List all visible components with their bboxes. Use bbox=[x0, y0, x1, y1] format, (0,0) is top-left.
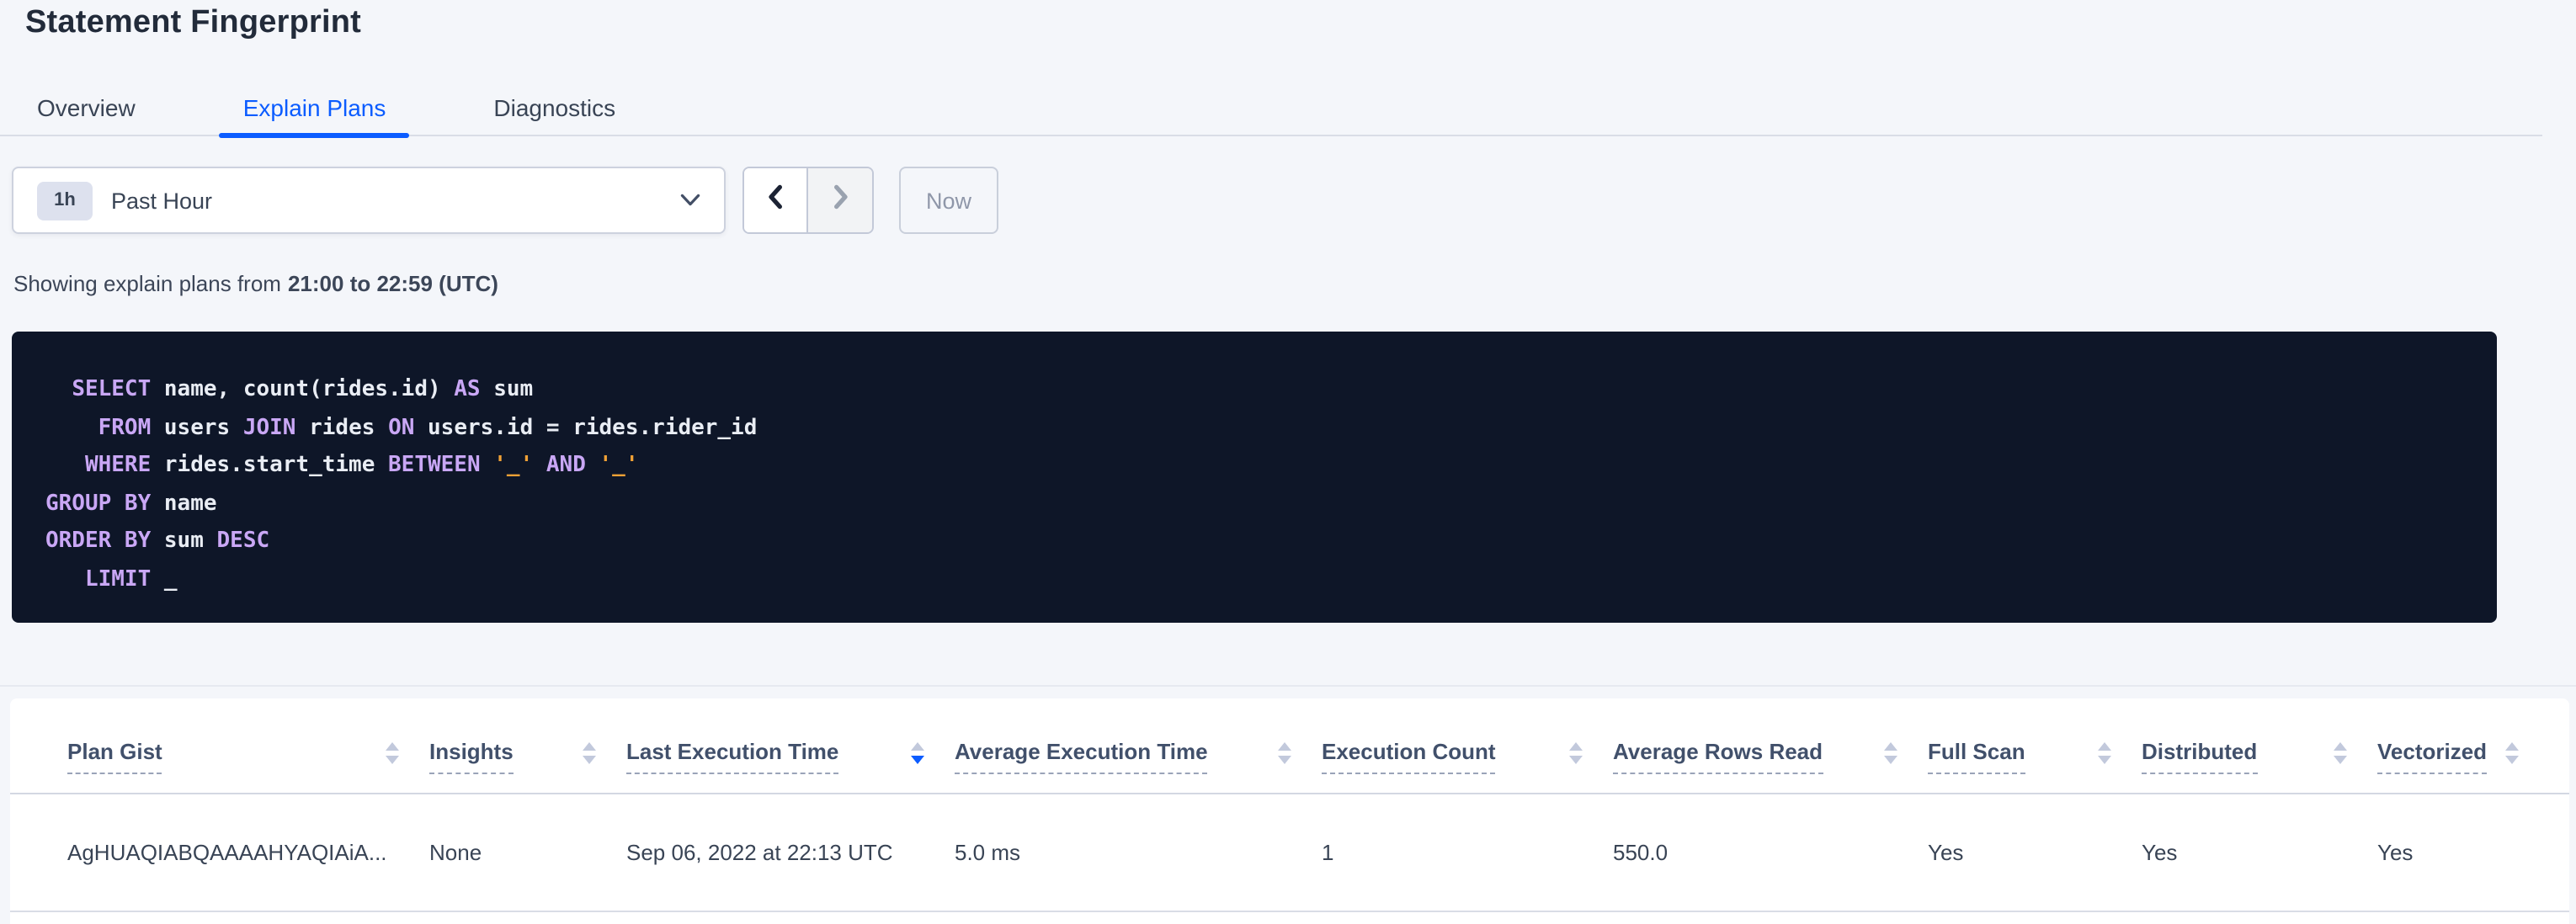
column-header-average-rows-read[interactable]: Average Rows Read bbox=[1613, 739, 1928, 766]
column-header-insights[interactable]: Insights bbox=[429, 739, 626, 766]
column-label: Insights bbox=[429, 739, 514, 774]
sort-icon[interactable] bbox=[1569, 741, 1583, 763]
column-header-execution-count[interactable]: Execution Count bbox=[1322, 739, 1613, 766]
sql-token-keyword: JOIN bbox=[243, 415, 296, 440]
sort-icon[interactable] bbox=[1278, 741, 1291, 763]
cell-distributed: Yes bbox=[2142, 840, 2377, 865]
sql-token-identifier bbox=[45, 415, 98, 440]
sql-token-identifier bbox=[45, 453, 85, 478]
sql-token-literal: '_' bbox=[599, 453, 639, 478]
sort-icon[interactable] bbox=[2334, 741, 2347, 763]
column-header-vectorized[interactable]: Vectorized bbox=[2377, 739, 2549, 766]
sql-line: WHERE rides.start_time BETWEEN '_' AND '… bbox=[45, 448, 2463, 486]
column-header-distributed[interactable]: Distributed bbox=[2142, 739, 2377, 766]
sql-token-identifier: _ bbox=[151, 566, 177, 592]
sql-line: FROM users JOIN rides ON users.id = ride… bbox=[45, 410, 2463, 448]
tab-bar: Overview Explain Plans Diagnostics bbox=[0, 82, 2542, 136]
column-header-last-execution-time[interactable]: Last Execution Time bbox=[626, 739, 955, 766]
cell-average-rows-read: 550.0 bbox=[1613, 840, 1928, 865]
column-header-full-scan[interactable]: Full Scan bbox=[1928, 739, 2142, 766]
sql-token-identifier bbox=[533, 453, 546, 478]
column-label: Vectorized bbox=[2377, 739, 2487, 774]
time-nav-button-group bbox=[742, 167, 874, 234]
previous-time-range-button[interactable] bbox=[744, 168, 808, 232]
now-button[interactable]: Now bbox=[899, 167, 998, 234]
sql-token-identifier: rides bbox=[295, 415, 388, 440]
time-range-dropdown[interactable]: 1h Past Hour bbox=[12, 167, 726, 234]
tab-diagnostics[interactable]: Diagnostics bbox=[470, 82, 639, 135]
sql-token-keyword: BETWEEN bbox=[388, 453, 481, 478]
table-row[interactable]: AgHUAQIABQAAAAHYAQIAiA...NoneSep 06, 202… bbox=[10, 794, 2569, 912]
cell-execution-count: 1 bbox=[1322, 840, 1613, 865]
sql-statement-box: SELECT name, count(rides.id) AS sum FROM… bbox=[12, 332, 2497, 623]
sql-token-keyword: ON bbox=[388, 415, 414, 440]
table-header-row: Plan GistInsightsLast Execution TimeAver… bbox=[10, 698, 2569, 794]
sql-token-keyword: LIMIT bbox=[85, 566, 151, 592]
status-prefix: Showing explain plans from bbox=[13, 271, 281, 296]
sort-icon[interactable] bbox=[386, 741, 399, 763]
cell-average-execution-time: 5.0 ms bbox=[955, 840, 1322, 865]
time-range-badge: 1h bbox=[37, 181, 93, 220]
sql-token-identifier: users.id = rides.rider_id bbox=[414, 415, 757, 440]
sql-line: SELECT name, count(rides.id) AS sum bbox=[45, 372, 2463, 410]
sql-token-literal: '_' bbox=[493, 453, 533, 478]
next-time-range-button[interactable] bbox=[808, 168, 872, 232]
sort-icon[interactable] bbox=[911, 741, 924, 763]
page-title: Statement Fingerprint bbox=[25, 5, 361, 42]
cell-insights: None bbox=[429, 840, 626, 865]
sort-icon[interactable] bbox=[2098, 741, 2111, 763]
column-label: Distributed bbox=[2142, 739, 2257, 774]
sql-token-identifier bbox=[586, 453, 599, 478]
column-header-average-execution-time[interactable]: Average Execution Time bbox=[955, 739, 1322, 766]
sql-token-identifier: sum bbox=[151, 528, 216, 554]
explain-plans-table: Plan GistInsightsLast Execution TimeAver… bbox=[10, 698, 2569, 924]
chevron-left-icon bbox=[764, 183, 786, 218]
sql-token-keyword: DESC bbox=[217, 528, 270, 554]
sql-token-identifier: name bbox=[151, 491, 216, 516]
time-range-label: Past Hour bbox=[111, 188, 212, 213]
chevron-right-icon bbox=[829, 183, 851, 218]
table-body: AgHUAQIABQAAAAHYAQIAiA...NoneSep 06, 202… bbox=[10, 794, 2569, 912]
sql-token-identifier: sum bbox=[481, 377, 534, 402]
sql-line: LIMIT _ bbox=[45, 561, 2463, 599]
sql-token-identifier: name, count(rides.id) bbox=[151, 377, 454, 402]
column-label: Execution Count bbox=[1322, 739, 1496, 774]
column-header-plan-gist[interactable]: Plan Gist bbox=[67, 739, 429, 766]
column-label: Last Execution Time bbox=[626, 739, 838, 774]
cell-plan-gist: AgHUAQIABQAAAAHYAQIAiA... bbox=[67, 840, 429, 865]
cell-full-scan: Yes bbox=[1928, 840, 2142, 865]
statement-fingerprint-page: Statement Fingerprint Overview Explain Pl… bbox=[0, 0, 2576, 924]
sql-line: ORDER BY sum DESC bbox=[45, 523, 2463, 561]
tab-explain-plans[interactable]: Explain Plans bbox=[220, 82, 410, 135]
column-label: Average Rows Read bbox=[1613, 739, 1823, 774]
column-label: Plan Gist bbox=[67, 739, 162, 774]
sort-icon[interactable] bbox=[583, 741, 596, 763]
time-controls: 1h Past Hour Now bbox=[12, 167, 2576, 234]
status-line: Showing explain plans from 21:00 to 22:59… bbox=[13, 271, 498, 296]
sort-icon[interactable] bbox=[2505, 741, 2519, 763]
sql-token-keyword: ORDER BY bbox=[45, 528, 151, 554]
sql-token-keyword: AS bbox=[454, 377, 480, 402]
sql-statement-code: SELECT name, count(rides.id) AS sum FROM… bbox=[45, 372, 2463, 599]
sql-token-identifier: rides.start_time bbox=[151, 453, 388, 478]
sql-token-keyword: AND bbox=[546, 453, 586, 478]
sql-token-identifier bbox=[45, 566, 85, 592]
sql-token-keyword: WHERE bbox=[85, 453, 151, 478]
column-label: Full Scan bbox=[1928, 739, 2025, 774]
section-divider bbox=[0, 685, 2576, 687]
sql-line: GROUP BY name bbox=[45, 486, 2463, 523]
sql-token-keyword: SELECT bbox=[72, 377, 151, 402]
chevron-down-icon bbox=[680, 194, 700, 207]
tab-overview[interactable]: Overview bbox=[13, 82, 159, 135]
cell-vectorized: Yes bbox=[2377, 840, 2549, 865]
sql-token-identifier bbox=[481, 453, 494, 478]
sql-token-keyword: GROUP BY bbox=[45, 491, 151, 516]
sort-icon[interactable] bbox=[1884, 741, 1897, 763]
sql-token-identifier bbox=[45, 377, 72, 402]
status-time-range: 21:00 to 22:59 (UTC) bbox=[288, 271, 498, 296]
sql-token-identifier: users bbox=[151, 415, 243, 440]
column-label: Average Execution Time bbox=[955, 739, 1208, 774]
sql-token-keyword: FROM bbox=[98, 415, 152, 440]
cell-last-execution-time: Sep 06, 2022 at 22:13 UTC bbox=[626, 840, 955, 865]
